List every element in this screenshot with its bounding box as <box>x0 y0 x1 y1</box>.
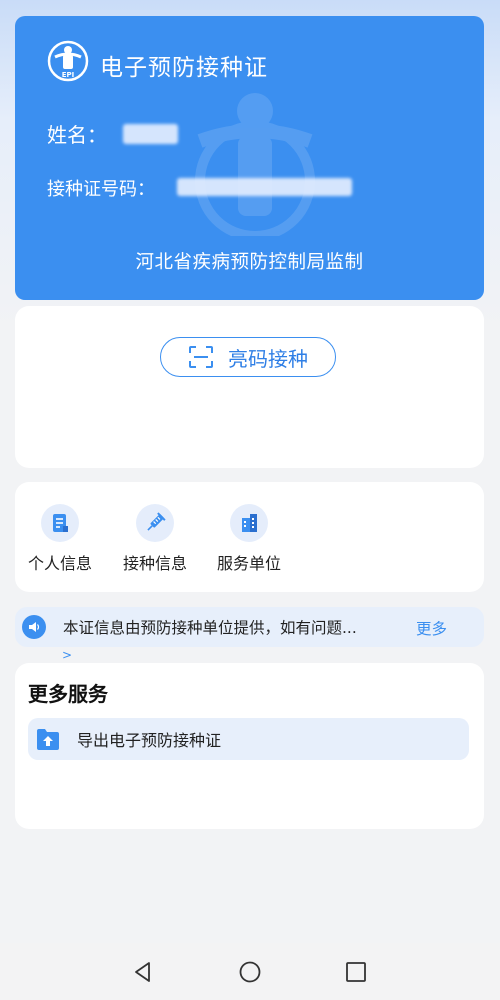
menu-item-personal-info[interactable]: 个人信息 <box>20 504 100 574</box>
back-triangle-icon[interactable] <box>131 960 155 984</box>
name-label: 姓名： <box>47 123 107 147</box>
show-code-button[interactable]: 亮码接种 <box>160 337 336 377</box>
vaccination-certificate-card: EPI 电子预防接种证 姓名： 接种证号码： 河北省疾病预防控制局监制 <box>15 16 484 300</box>
upload-folder-icon <box>37 729 59 750</box>
home-circle-icon[interactable] <box>238 960 262 984</box>
issuer-footer: 河北省疾病预防控制局监制 <box>135 252 364 273</box>
show-code-label: 亮码接种 <box>228 346 308 371</box>
cert-number-redacted <box>177 178 352 196</box>
epi-watermark-icon <box>195 93 315 236</box>
cert-number-label: 接种证号码： <box>47 179 155 200</box>
notice-more-link[interactable]: 更多 <box>416 617 447 639</box>
syringe-icon <box>136 504 174 542</box>
notice-bar[interactable]: 本证信息由预防接种单位提供，如有问题... 更多 <box>15 607 484 647</box>
services-title: 更多服务 <box>28 682 108 706</box>
name-value-redacted <box>123 124 178 144</box>
recent-square-icon[interactable] <box>344 960 368 984</box>
export-certificate-button[interactable]: 导出电子预防接种证 <box>28 718 469 760</box>
menu-label: 个人信息 <box>27 554 92 573</box>
service-label: 导出电子预防接种证 <box>77 731 222 750</box>
code-card: 亮码接种 <box>15 306 484 468</box>
info-menu-card: 个人信息 接种信息 服务单位 <box>15 482 484 592</box>
building-icon <box>230 504 268 542</box>
document-icon <box>41 504 79 542</box>
notice-text: 本证信息由预防接种单位提供，如有问题... <box>63 619 357 637</box>
svg-text:EPI: EPI <box>62 71 75 79</box>
card-title: 电子预防接种证 <box>100 55 268 81</box>
menu-item-service-unit[interactable]: 服务单位 <box>209 504 289 574</box>
epi-logo-icon: EPI <box>47 40 89 82</box>
menu-label: 服务单位 <box>216 554 281 573</box>
system-navigation-bar <box>0 943 500 1000</box>
scan-frame-icon <box>189 346 213 368</box>
menu-item-vaccination-info[interactable]: 接种信息 <box>115 504 195 574</box>
speaker-icon <box>22 615 46 639</box>
menu-label: 接种信息 <box>122 554 187 573</box>
notice-chevron-icon[interactable]: > <box>62 648 72 662</box>
more-services-card: 更多服务 导出电子预防接种证 <box>15 663 484 829</box>
